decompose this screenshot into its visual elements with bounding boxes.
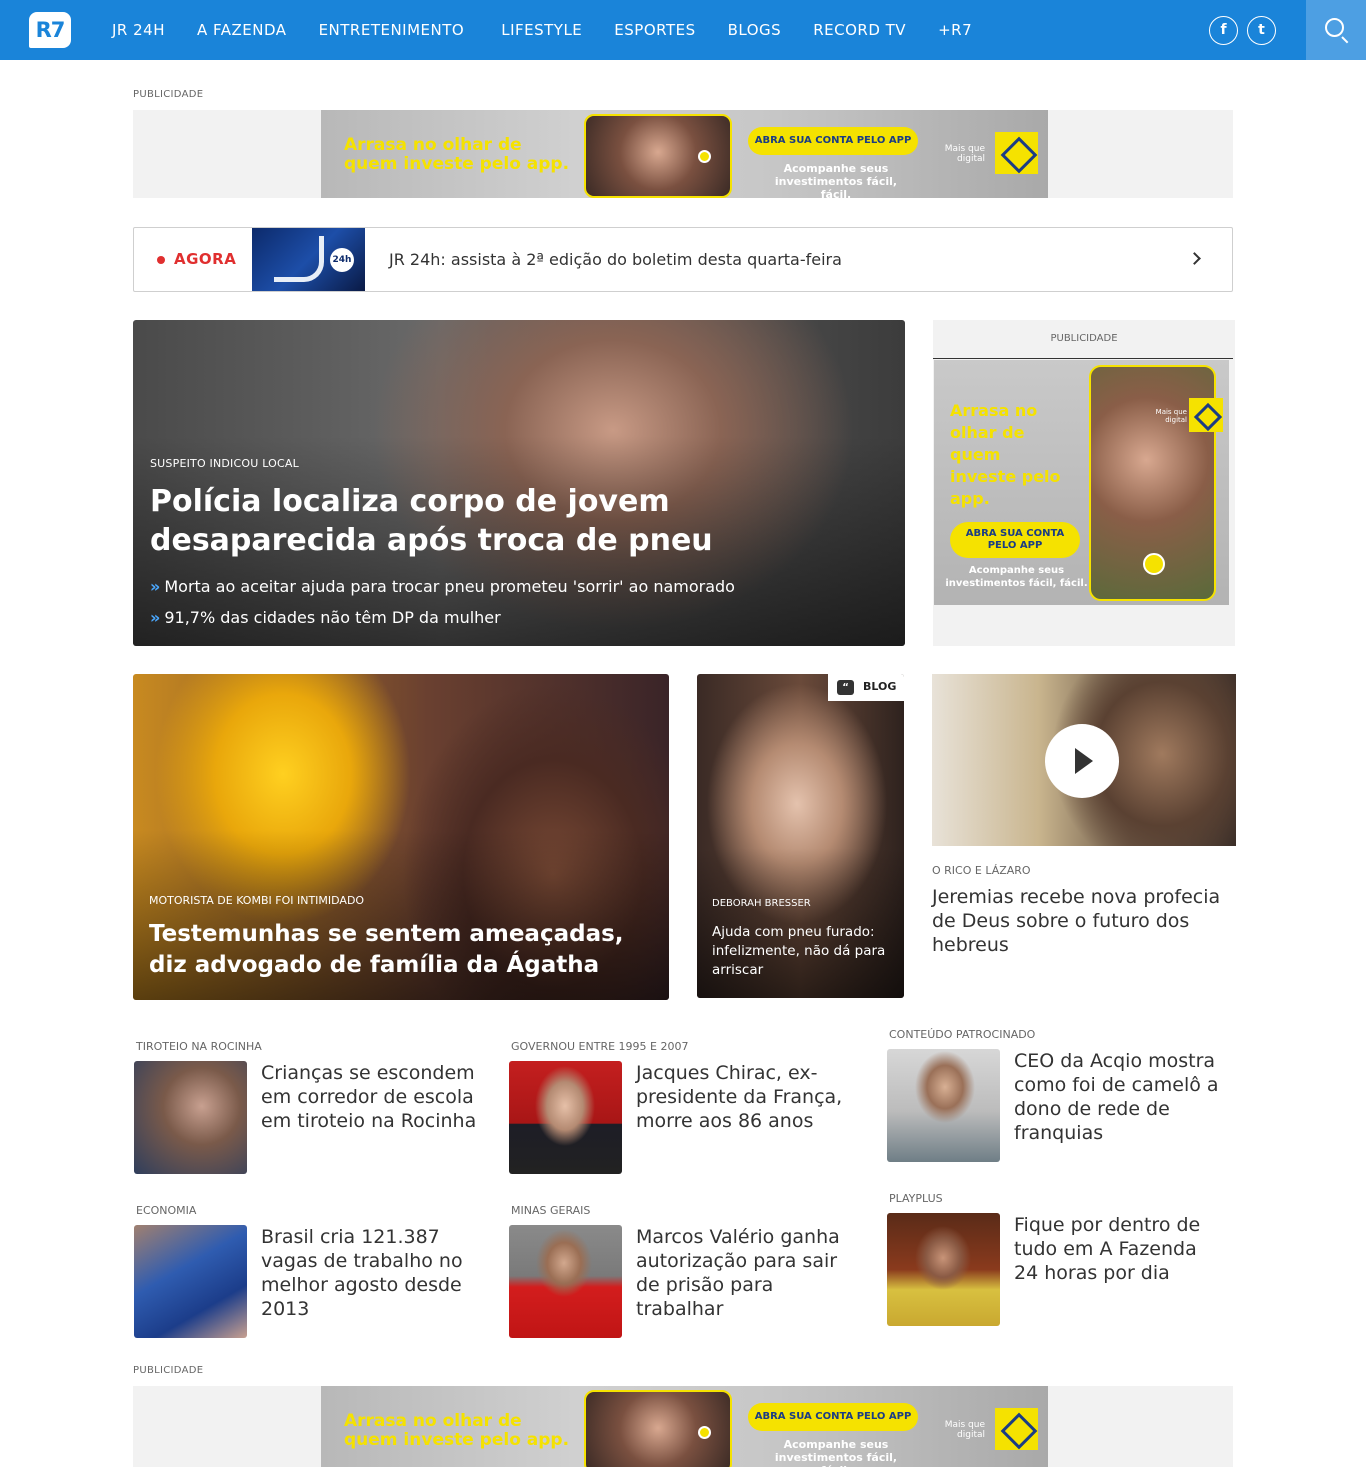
ad-headline: Arrasa no olhar de quem investe pelo app… xyxy=(344,135,570,174)
top-ad-banner[interactable]: Arrasa no olhar de quem investe pelo app… xyxy=(133,110,1233,198)
feature-card[interactable]: MOTORISTA DE KOMBI FOI INTIMIDADO Testem… xyxy=(133,674,669,1000)
twitter-icon[interactable]: t xyxy=(1247,16,1276,45)
card-title[interactable]: Testemunhas se sentem ameaçadas, diz adv… xyxy=(149,919,649,981)
ad-label: PUBLICIDADE xyxy=(1050,333,1118,344)
ad-brand-text: Mais que digital xyxy=(944,1420,985,1440)
ad-label: PUBLICIDADE xyxy=(133,89,204,100)
blog-title[interactable]: Ajuda com pneu furado: infelizmente, não… xyxy=(712,923,892,980)
r7-logo[interactable]: R7 xyxy=(29,12,71,48)
item-title[interactable]: CEO da Acqio mostra como foi de camelô a… xyxy=(1014,1049,1224,1145)
nav-entretenimento[interactable]: ENTRETENIMENTO xyxy=(319,21,465,39)
video-title[interactable]: Jeremias recebe nova profecia de Deus so… xyxy=(932,885,1222,957)
nav-esportes[interactable]: ESPORTES xyxy=(614,21,695,39)
side-ad-subtext: Acompanhe seus investimentos fácil, fáci… xyxy=(945,565,1088,589)
quote-icon: “ xyxy=(837,680,854,695)
nav-jr24h[interactable]: JR 24H xyxy=(112,21,165,39)
jr24h-thumbnail: 24h xyxy=(252,228,365,291)
hero-kicker: SUSPEITO INDICOU LOCAL xyxy=(150,457,299,470)
video-kicker: O RICO E LÁZARO xyxy=(932,864,1031,877)
item-title[interactable]: Crianças se escondem em corredor de esco… xyxy=(261,1061,486,1133)
nav-a-fazenda[interactable]: A FAZENDA xyxy=(197,21,287,39)
live-dot-icon xyxy=(157,256,165,264)
item-title[interactable]: Jacques Chirac, ex-presidente da França,… xyxy=(636,1061,851,1133)
ad-subtext: Acompanhe seus investimentos fácil, fáci… xyxy=(774,162,898,198)
card-kicker: MOTORISTA DE KOMBI FOI INTIMIDADO xyxy=(149,894,365,907)
live-headline[interactable]: JR 24h: assista à 2ª edição do boletim d… xyxy=(389,250,842,269)
ad-cta-button[interactable]: ABRA SUA CONTA PELO APP xyxy=(748,127,918,155)
ad-brand-text: Mais que digital xyxy=(944,144,985,164)
item-thumbnail[interactable] xyxy=(887,1213,1000,1326)
blog-card[interactable]: “ BLOG DEBORAH BRESSER Ajuda com pneu fu… xyxy=(697,674,904,998)
item-title[interactable]: Marcos Valério ganha autorização para sa… xyxy=(636,1225,861,1321)
video-thumbnail[interactable] xyxy=(932,674,1236,846)
item-kicker: GOVERNOU ENTRE 1995 E 2007 xyxy=(511,1040,689,1053)
facebook-icon[interactable]: f xyxy=(1209,16,1238,45)
item-kicker: TIROTEIO NA ROCINHA xyxy=(136,1040,262,1053)
item-thumbnail[interactable] xyxy=(887,1049,1000,1162)
nav-mais-r7[interactable]: +R7 xyxy=(938,21,972,39)
search-button[interactable] xyxy=(1306,0,1366,60)
item-thumbnail[interactable] xyxy=(509,1061,622,1174)
double-chevron-icon: » xyxy=(150,608,161,627)
ad-label: PUBLICIDADE xyxy=(133,1365,204,1376)
item-kicker: ECONOMIA xyxy=(136,1204,197,1217)
bottom-ad-banner[interactable]: Arrasa no olhar de quem investe pelo app… xyxy=(133,1386,1233,1467)
ad-cta-button[interactable]: ABRA SUA CONTA PELO APP xyxy=(748,1403,918,1431)
related-link[interactable]: » 91,7% das cidades não têm DP da mulher xyxy=(150,608,501,627)
item-title[interactable]: Brasil cria 121.387 vagas de trabalho no… xyxy=(261,1225,486,1321)
ad-headline: Arrasa no olhar de quem investe pelo app… xyxy=(344,1411,570,1450)
item-thumbnail[interactable] xyxy=(509,1225,622,1338)
blog-tag: “ BLOG xyxy=(828,674,904,701)
ad-phone-image xyxy=(584,114,732,198)
jr24h-badge: 24h xyxy=(330,248,354,272)
item-title[interactable]: Fique por dentro de tudo em A Fazenda 24… xyxy=(1014,1213,1224,1285)
item-thumbnail[interactable] xyxy=(134,1225,247,1338)
ad-phone-image xyxy=(584,1390,732,1467)
nav-lifestyle[interactable]: LIFESTYLE xyxy=(501,21,582,39)
search-icon xyxy=(1325,18,1344,37)
blog-author: DEBORAH BRESSER xyxy=(712,898,811,909)
related-link[interactable]: » Morta ao aceitar ajuda para trocar pneu… xyxy=(150,577,735,596)
side-ad-creative: Arrasa no olhar de quem investe pelo app… xyxy=(934,360,1229,605)
hero-article[interactable]: SUSPEITO INDICOU LOCAL Polícia localiza … xyxy=(133,320,905,646)
nav-blogs[interactable]: BLOGS xyxy=(728,21,782,39)
chevron-right-icon[interactable] xyxy=(1188,252,1201,265)
top-navigation-bar: R7 JR 24H A FAZENDA ENTRETENIMENTO LIFES… xyxy=(0,0,1366,60)
ad-subtext: Acompanhe seus investimentos fácil, fáci… xyxy=(774,1438,898,1467)
item-kicker: PLAYPLUS xyxy=(889,1192,943,1205)
side-ad-cta-button[interactable]: ABRA SUA CONTA PELO APP xyxy=(950,522,1080,558)
item-kicker: CONTEÚDO PATROCINADO xyxy=(889,1028,1036,1041)
live-label: AGORA xyxy=(174,250,237,268)
live-news-strip[interactable]: AGORA 24h JR 24h: assista à 2ª edição do… xyxy=(133,227,1233,292)
play-icon[interactable] xyxy=(1045,724,1119,798)
hero-title[interactable]: Polícia localiza corpo de jovem desapare… xyxy=(150,482,810,560)
nav-record-tv[interactable]: RECORD TV xyxy=(813,21,906,39)
double-chevron-icon: » xyxy=(150,577,161,596)
main-nav: JR 24H A FAZENDA ENTRETENIMENTO LIFESTYL… xyxy=(112,0,1004,60)
bank-logo-icon xyxy=(995,132,1038,174)
side-ad[interactable]: PUBLICIDADE Arrasa no olhar de quem inve… xyxy=(933,320,1235,646)
bank-logo-icon xyxy=(995,1408,1038,1450)
item-kicker: MINAS GERAIS xyxy=(511,1204,591,1217)
bank-logo-icon xyxy=(1189,398,1223,432)
side-ad-headline: Arrasa no olhar de quem investe pelo app… xyxy=(950,401,1061,508)
item-thumbnail[interactable] xyxy=(134,1061,247,1174)
ad-brand-text: Mais que digital xyxy=(1155,408,1187,424)
